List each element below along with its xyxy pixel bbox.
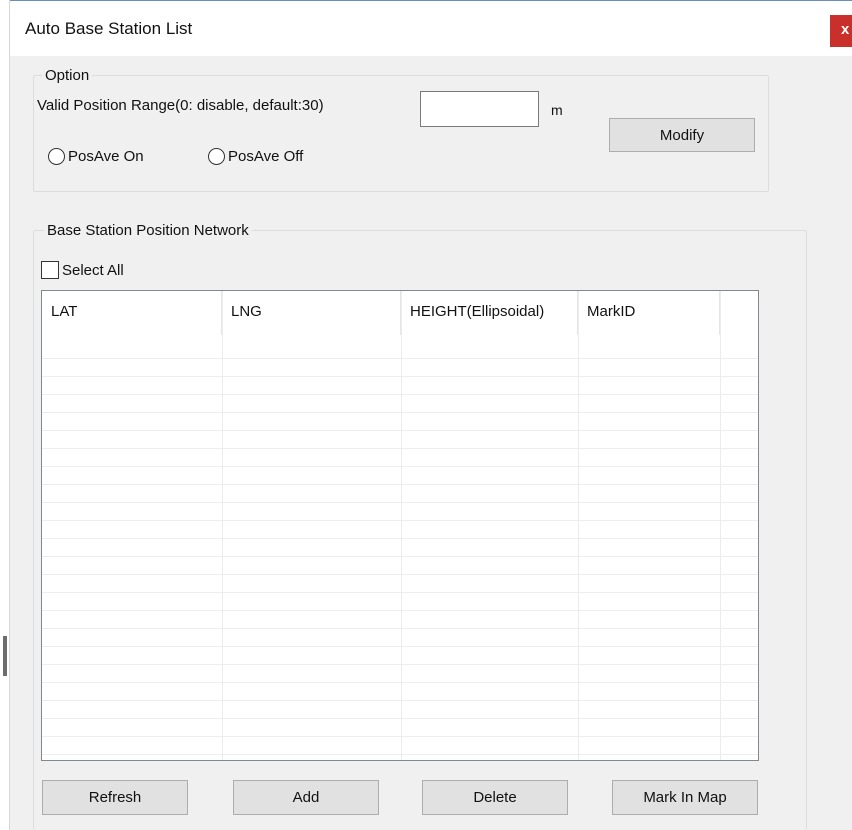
valid-position-range-input[interactable] (420, 91, 539, 127)
close-button[interactable]: x (830, 15, 852, 47)
list-row-divider (42, 448, 758, 449)
window-title: Auto Base Station List (25, 19, 193, 38)
column-header-lng[interactable]: LNG (222, 291, 401, 335)
delete-button[interactable]: Delete (422, 780, 568, 815)
list-column-divider (578, 291, 579, 760)
list-row-divider (42, 736, 758, 737)
column-header-markid[interactable]: MarkID (578, 291, 720, 335)
list-row-divider (42, 466, 758, 467)
network-group-legend: Base Station Position Network (44, 222, 252, 239)
modify-button[interactable]: Modify (609, 118, 755, 152)
add-button[interactable]: Add (233, 780, 379, 815)
posave-on-radio[interactable]: PosAve On (48, 148, 144, 165)
range-unit-label: m (551, 102, 563, 118)
list-row-divider (42, 628, 758, 629)
base-station-list[interactable]: LAT LNG HEIGHT(Ellipsoidal) MarkID (41, 290, 759, 761)
refresh-button[interactable]: Refresh (42, 780, 188, 815)
column-header-lat[interactable]: LAT (42, 291, 222, 335)
list-row-divider (42, 754, 758, 755)
select-all-checkbox[interactable]: Select All (41, 261, 124, 279)
list-row-divider (42, 664, 758, 665)
list-row-divider (42, 394, 758, 395)
posave-on-label: PosAve On (68, 148, 144, 165)
resize-grip[interactable] (3, 636, 7, 676)
list-row-divider (42, 556, 758, 557)
list-row-divider (42, 718, 758, 719)
select-all-checkbox-box[interactable] (41, 261, 59, 279)
list-row-divider (42, 646, 758, 647)
window-left-edge (0, 0, 10, 830)
title-bar: Auto Base Station List x (10, 0, 852, 56)
list-row-divider (42, 412, 758, 413)
dialog-window: Auto Base Station List x Option Valid Po… (0, 0, 852, 830)
list-row-divider (42, 358, 758, 359)
posave-on-radio-circle[interactable] (48, 148, 65, 165)
list-column-divider (720, 291, 721, 760)
list-row-divider (42, 376, 758, 377)
posave-off-label: PosAve Off (228, 148, 304, 165)
list-row-divider (42, 538, 758, 539)
posave-off-radio-circle[interactable] (208, 148, 225, 165)
select-all-label: Select All (62, 261, 124, 279)
list-row-divider (42, 700, 758, 701)
option-group-legend: Option (42, 67, 93, 84)
list-row-divider (42, 610, 758, 611)
list-row-divider (42, 484, 758, 485)
list-row-divider (42, 502, 758, 503)
mark-in-map-button[interactable]: Mark In Map (612, 780, 758, 815)
list-column-divider (401, 291, 402, 760)
list-column-divider (222, 291, 223, 760)
list-row-divider (42, 682, 758, 683)
list-row-divider (42, 430, 758, 431)
valid-position-range-label: Valid Position Range(0: disable, default… (37, 97, 324, 114)
list-row-divider (42, 574, 758, 575)
posave-off-radio[interactable]: PosAve Off (208, 148, 303, 165)
title-bar-accent-line (10, 0, 852, 1)
column-header-height[interactable]: HEIGHT(Ellipsoidal) (401, 291, 578, 335)
list-header: LAT LNG HEIGHT(Ellipsoidal) MarkID (42, 291, 758, 335)
list-row-divider (42, 592, 758, 593)
list-row-divider (42, 520, 758, 521)
